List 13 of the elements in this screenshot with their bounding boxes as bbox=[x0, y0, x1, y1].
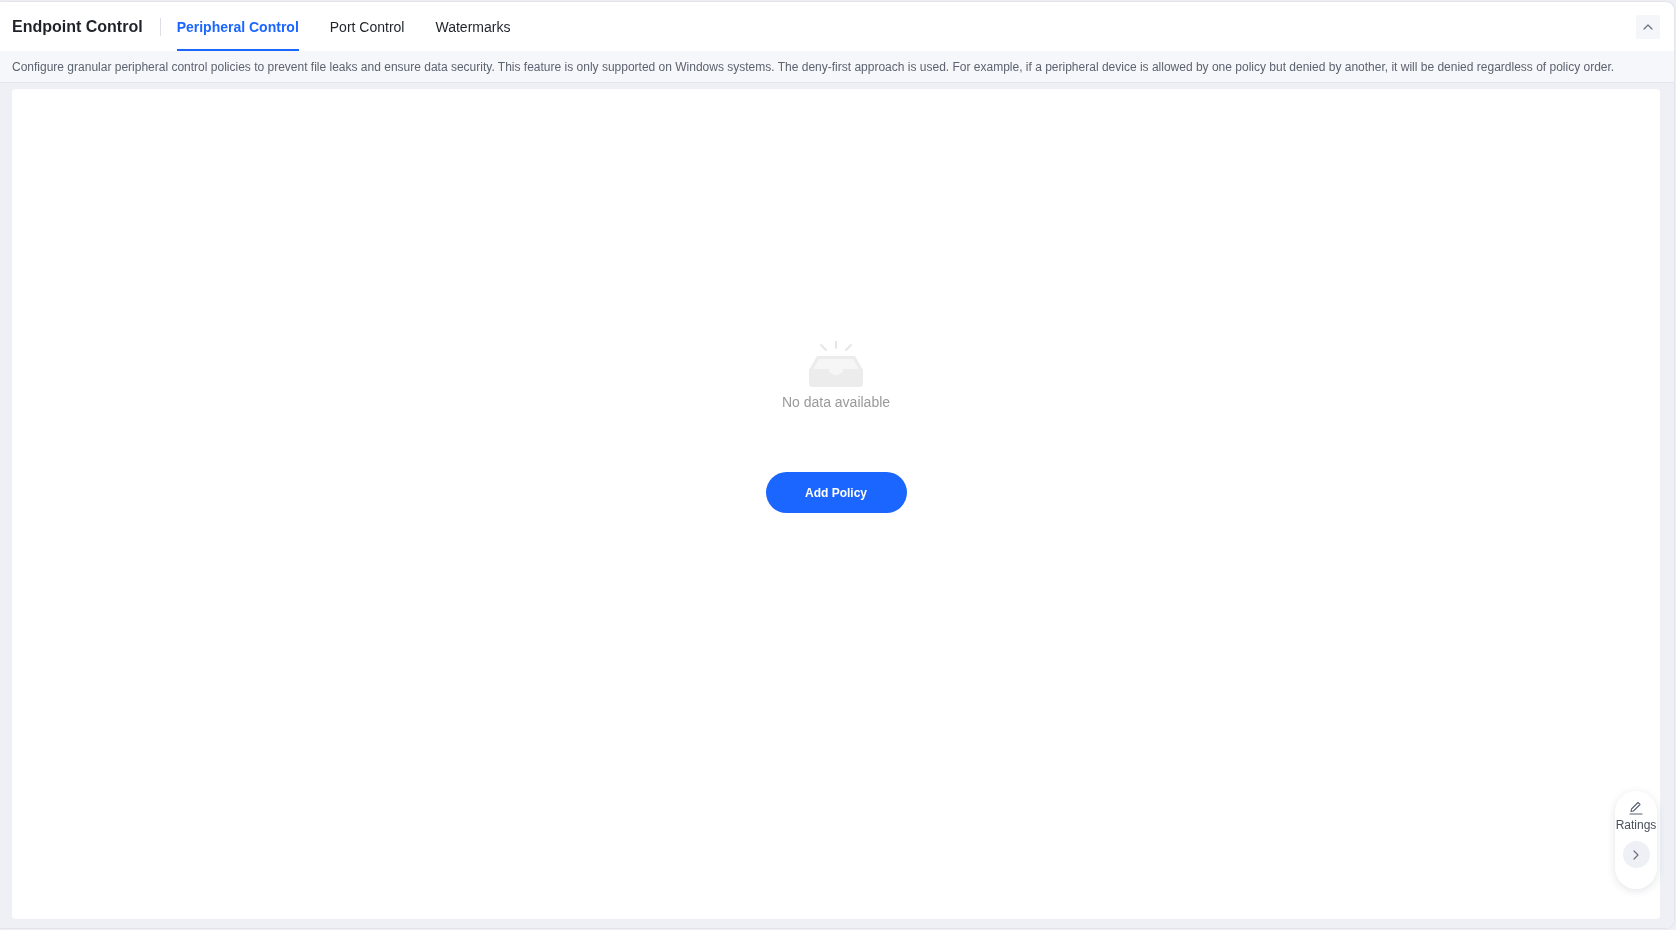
page-title: Endpoint Control bbox=[12, 17, 143, 36]
tab[interactable]: Watermarks bbox=[435, 2, 511, 51]
pencil-icon bbox=[1629, 801, 1643, 815]
chevron-right-icon bbox=[1632, 849, 1640, 860]
collapse-button[interactable] bbox=[1636, 14, 1660, 39]
description-text: Configure granular peripheral control policies to prevent file leaks and ensure data security. This feature is only supported on Windows systems. The deny-first approach is used. For example, if a peripheral device is allowed by one policy but denied by another, it will be denied regardless of policy order. bbox=[12, 59, 1615, 74]
empty-tray-icon bbox=[808, 341, 864, 387]
add-policy-button[interactable]: Add Policy bbox=[765, 472, 907, 513]
next-button[interactable] bbox=[1622, 841, 1650, 868]
empty-message: No data available bbox=[781, 394, 891, 410]
tab[interactable]: Port Control bbox=[329, 2, 405, 51]
chevron-up-icon bbox=[1643, 23, 1653, 30]
ratings-button[interactable]: Ratings bbox=[1615, 801, 1657, 832]
